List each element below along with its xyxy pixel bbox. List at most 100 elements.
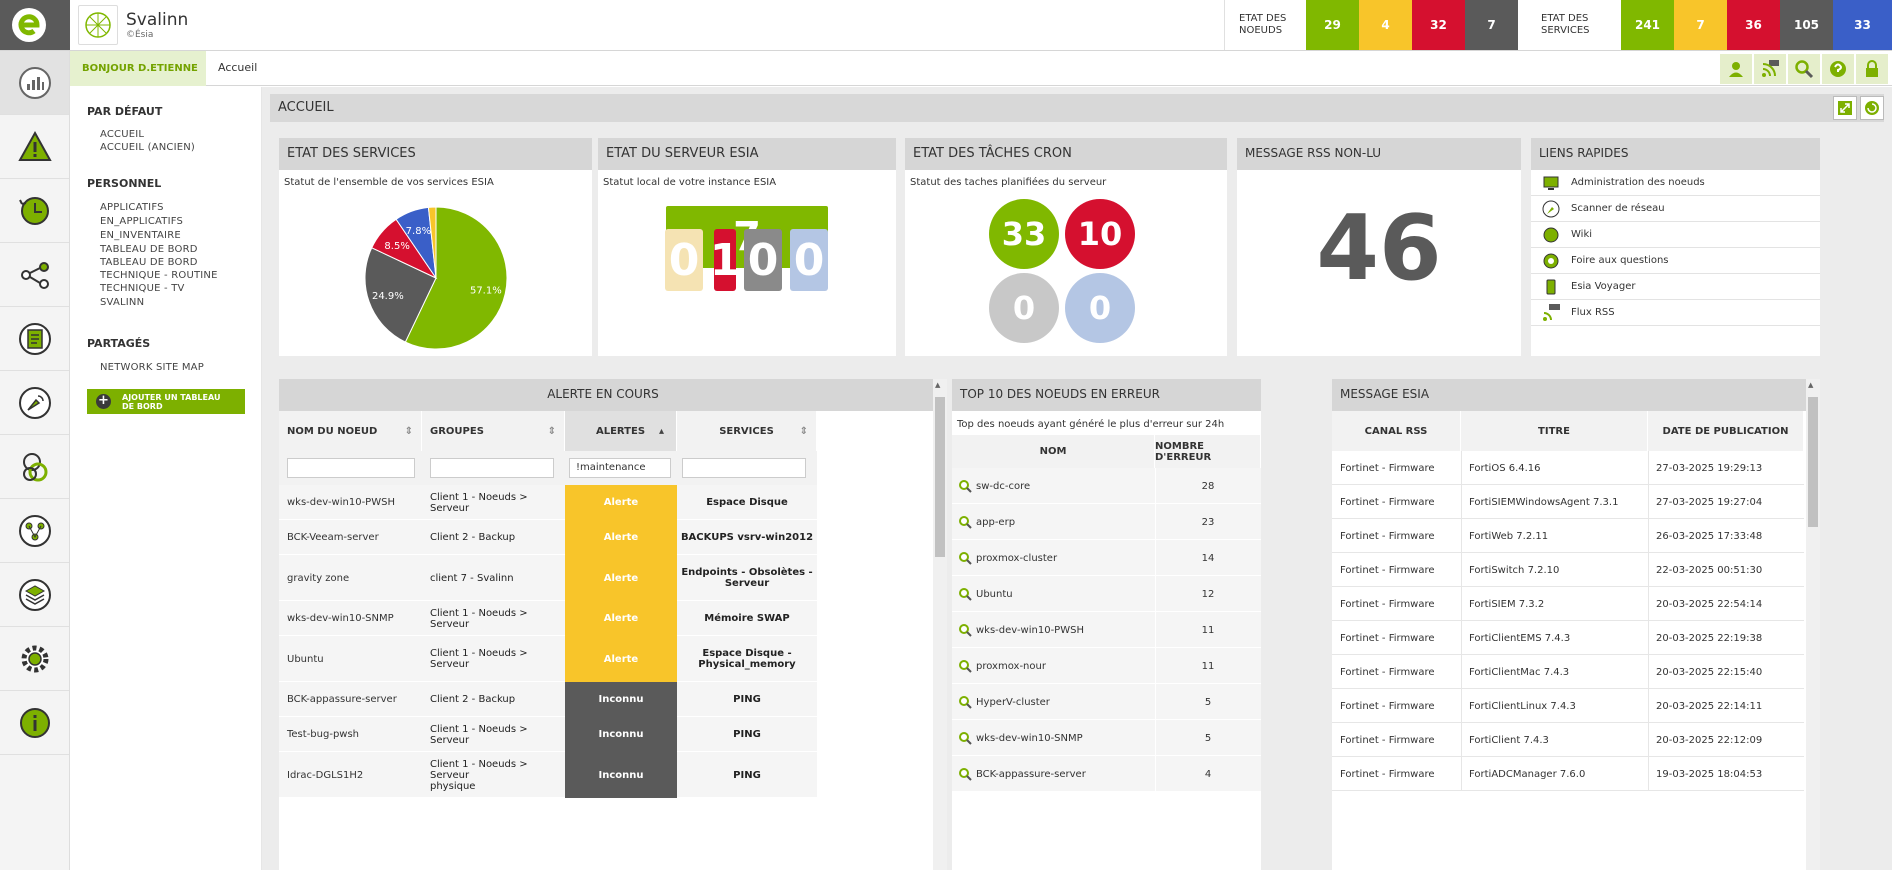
node-stat-warning[interactable]: 4 [1359,0,1412,50]
table-row[interactable]: BCK-Veeam-server Client 2 - Backup Alerte B… [279,520,817,555]
alerts-scrollbar[interactable]: ▲ [933,379,947,870]
message-title-cell[interactable]: FortiOS 6.4.16 [1469,451,1648,485]
table-row[interactable]: gravity zone client 7 - Svalinn Alerte Endp… [279,555,817,601]
nav-topology[interactable] [0,499,69,563]
user-icon[interactable] [1720,54,1752,84]
table-row[interactable]: Ubuntu 12 [952,576,1261,612]
table-row[interactable]: wks-dev-win10-PWSH Client 1 - Noeuds > Se… [279,485,817,520]
col-publication-date[interactable]: DATE DE PUBLICATION [1648,411,1804,451]
server-status-info[interactable]: 0 [790,229,828,291]
table-row[interactable]: app-erp 23 [952,504,1261,540]
message-title-cell[interactable]: FortiClientLinux 7.4.3 [1469,689,1648,723]
menu-item-svalinn[interactable]: SVALINN [100,297,144,308]
menu-item-accueil-ancien[interactable]: ACCUEIL (ANCIEN) [100,142,195,153]
nav-info[interactable] [0,691,69,755]
message-title-cell[interactable]: FortiWeb 7.2.11 [1469,519,1648,553]
brand[interactable]: Svalinn ©Ésia [78,4,188,46]
nav-dashboard[interactable] [0,51,69,115]
nav-settings[interactable] [0,627,69,691]
filter-node-input[interactable] [287,458,415,478]
message-title-cell[interactable]: FortiSwitch 7.2.10 [1469,553,1648,587]
table-row[interactable]: Fortinet - Firmware FortiSIEMWindowsAgen… [1332,485,1804,519]
table-row[interactable]: Fortinet - Firmware FortiOS 6.4.16 27-03… [1332,451,1804,485]
menu-item-tableau-de-bord-2[interactable]: TABLEAU DE BORD [100,257,198,268]
nav-links[interactable] [0,435,69,499]
services-pie-chart[interactable]: 57.1% 24.9% 8.5% 7.8% [279,138,592,356]
table-row[interactable]: Ubuntu Client 1 - Noeuds > Serveur Alerte E… [279,636,817,682]
table-row[interactable]: Fortinet - Firmware FortiClientLinux 7.4… [1332,689,1804,723]
col-node-name[interactable]: NOM DU NOEUD ⇕ [279,411,422,451]
table-row[interactable]: Fortinet - Firmware FortiSIEM 7.3.2 20-0… [1332,587,1804,621]
cron-ok-count[interactable]: 33 [989,199,1059,269]
add-dashboard-button[interactable]: + AJOUTER UN TABLEAU DE BORD [87,389,245,414]
table-row[interactable]: Fortinet - Firmware FortiClientEMS 7.4.3… [1332,621,1804,655]
lock-icon[interactable] [1856,54,1888,84]
table-row[interactable]: Fortinet - Firmware FortiWeb 7.2.11 26-0… [1332,519,1804,553]
table-row[interactable]: wks-dev-win10-SNMP Client 1 - Noeuds > Se… [279,601,817,636]
message-title-cell[interactable]: FortiADCManager 7.6.0 [1469,757,1648,791]
nav-network-scan[interactable] [0,371,69,435]
message-title-cell[interactable]: FortiSIEMWindowsAgent 7.3.1 [1469,485,1648,519]
breadcrumb[interactable]: Accueil [218,61,257,74]
nav-alerts[interactable] [0,115,69,179]
cron-info-count[interactable]: 0 [1065,273,1135,343]
filter-services-input[interactable] [682,458,806,478]
filter-groups-input[interactable] [430,458,554,478]
message-title-cell[interactable]: FortiClientMac 7.4.3 [1469,655,1648,689]
table-row[interactable]: sw-dc-core 28 [952,468,1261,504]
server-status-warning[interactable]: 0 [665,229,703,291]
menu-item-tableau-de-bord[interactable]: TABLEAU DE BORD [100,244,198,255]
help-icon[interactable] [1822,54,1854,84]
expand-icon[interactable] [1833,96,1857,120]
cron-error-count[interactable]: 10 [1065,199,1135,269]
rss-icon[interactable] [1754,54,1786,84]
message-title-cell[interactable]: FortiSIEM 7.3.2 [1469,587,1648,621]
table-row[interactable]: Idrac-DGLS1H2 Client 1 - Noeuds > Serveur… [279,752,817,798]
col-rss-channel[interactable]: CANAL RSS [1332,411,1461,451]
table-row[interactable]: Fortinet - Firmware FortiADCManager 7.6.… [1332,757,1804,791]
message-title-cell[interactable]: FortiClientEMS 7.4.3 [1469,621,1648,655]
col-error-count[interactable]: NOMBRE D'ERREUR [1155,435,1261,468]
service-stat-warning[interactable]: 7 [1674,0,1727,50]
menu-item-technique-tv[interactable]: TECHNIQUE - TV [100,283,185,294]
table-row[interactable]: proxmox-nour 11 [952,648,1261,684]
quick-link-rss[interactable]: Flux RSS [1531,300,1820,326]
service-stat-ok[interactable]: 241 [1621,0,1674,50]
nav-history[interactable] [0,179,69,243]
quick-link-faq[interactable]: Foire aux questions [1531,248,1820,274]
nav-report[interactable] [0,307,69,371]
col-services[interactable]: SERVICES ⇕ [677,411,817,451]
messages-scrollbar[interactable]: ▲ [1806,379,1820,870]
table-row[interactable]: BCK-appassure-server Client 2 - Backup Inc… [279,682,817,717]
message-title-cell[interactable]: FortiClient 7.4.3 [1469,723,1648,757]
menu-item-en-inventaire[interactable]: EN_INVENTAIRE [100,230,181,241]
nav-graph[interactable] [0,243,69,307]
col-alerts[interactable]: ALERTES ▴ [565,411,677,451]
menu-item-applicatifs[interactable]: APPLICATIFS [100,202,164,213]
service-stat-info[interactable]: 33 [1833,0,1892,50]
esia-logo[interactable] [0,0,70,50]
col-name[interactable]: NOM [952,435,1155,468]
refresh-icon[interactable] [1860,96,1884,120]
col-groups[interactable]: GROUPES ⇕ [422,411,565,451]
nav-layers[interactable] [0,563,69,627]
col-title[interactable]: TITRE [1461,411,1648,451]
table-row[interactable]: Fortinet - Firmware FortiSwitch 7.2.10 2… [1332,553,1804,587]
table-row[interactable]: Test-bug-pwsh Client 1 - Noeuds > Serveur… [279,717,817,752]
search-icon[interactable] [1788,54,1820,84]
quick-link-esia-voyager[interactable]: Esia Voyager [1531,274,1820,300]
service-stat-unknown[interactable]: 105 [1780,0,1833,50]
table-row[interactable]: BCK-appassure-server 4 [952,756,1261,792]
menu-item-technique-routine[interactable]: TECHNIQUE - ROUTINE [100,270,218,281]
table-row[interactable]: wks-dev-win10-PWSH 11 [952,612,1261,648]
table-row[interactable]: wks-dev-win10-SNMP 5 [952,720,1261,756]
menu-item-accueil[interactable]: ACCUEIL [100,129,144,140]
server-status-unknown[interactable]: 0 [744,229,782,291]
quick-link-wiki[interactable]: Wiki [1531,222,1820,248]
node-stat-critical[interactable]: 32 [1412,0,1465,50]
table-row[interactable]: proxmox-cluster 14 [952,540,1261,576]
table-row[interactable]: Fortinet - Firmware FortiClientMac 7.4.3… [1332,655,1804,689]
table-row[interactable]: Fortinet - Firmware FortiClient 7.4.3 20… [1332,723,1804,757]
server-status-critical[interactable]: 1 [710,229,740,291]
service-stat-critical[interactable]: 36 [1727,0,1780,50]
